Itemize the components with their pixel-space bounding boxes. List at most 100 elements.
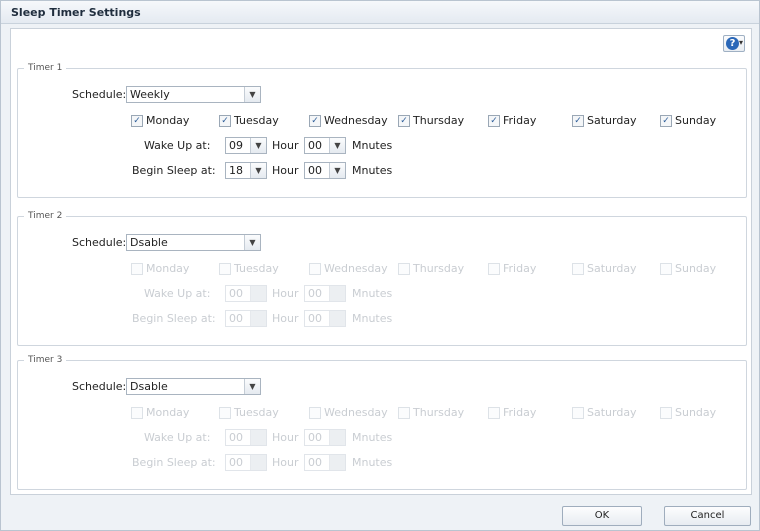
checkbox-tuesday[interactable] (219, 407, 231, 419)
begin-sleep-label: Begin Sleep at: (132, 164, 216, 177)
hour-value: 00 (229, 312, 243, 325)
schedule-label: Schedule: (72, 380, 127, 393)
begin-sleep-hour-select[interactable]: 00 ▼ (225, 454, 267, 471)
day-label-wednesday: Wednesday (324, 114, 388, 127)
begin-sleep-minute-select[interactable]: 00 ▼ (304, 454, 346, 471)
checkbox-saturday[interactable] (572, 407, 584, 419)
checkbox-saturday[interactable] (572, 263, 584, 275)
timer-legend: Timer 1 (28, 63, 63, 73)
chevron-down-icon: ▼ (250, 455, 266, 470)
chevron-down-icon: ▼ (329, 455, 345, 470)
begin-sleep-minute-unit: Mnutes (352, 164, 393, 177)
wake-up-hour-select[interactable]: 00 ▼ (225, 429, 267, 446)
help-button[interactable]: ? ▾ (723, 35, 745, 52)
checkbox-sunday[interactable]: ✓ (660, 115, 672, 127)
chevron-down-icon: ▼ (244, 235, 260, 250)
day-label-sunday: Sunday (675, 406, 717, 419)
checkbox-sunday[interactable] (660, 263, 672, 275)
checkbox-wednesday[interactable]: ✓ (309, 115, 321, 127)
schedule-select[interactable]: Dsable ▼ (126, 378, 261, 395)
day-label-monday: Monday (146, 406, 190, 419)
begin-sleep-minute-unit: Mnutes (352, 312, 393, 325)
chevron-down-icon: ▼ (244, 87, 260, 102)
ok-button[interactable]: OK (562, 506, 642, 526)
wake-up-minute-unit: Mnutes (352, 431, 393, 444)
minute-value: 00 (308, 139, 322, 152)
day-label-friday: Friday (503, 114, 537, 127)
begin-sleep-minute-select[interactable]: 00 ▼ (304, 162, 346, 179)
checkbox-monday[interactable]: ✓ (131, 115, 143, 127)
day-label-wednesday: Wednesday (324, 406, 388, 419)
schedule-select[interactable]: Dsable ▼ (126, 234, 261, 251)
sleep-timer-dialog: Sleep Timer Settings ? ▾ Timer 1 Schedule… (0, 0, 760, 531)
wake-up-minute-select[interactable]: 00 ▼ (304, 285, 346, 302)
checkbox-thursday[interactable] (398, 407, 410, 419)
checkbox-friday[interactable] (488, 263, 500, 275)
chevron-down-icon: ▼ (250, 138, 266, 153)
timer-legend: Timer 2 (28, 211, 63, 221)
begin-sleep-minute-select[interactable]: 00 ▼ (304, 310, 346, 327)
hour-value: 00 (229, 287, 243, 300)
minute-value: 00 (308, 287, 322, 300)
begin-sleep-hour-unit: Hour (272, 456, 299, 469)
schedule-value: Dsable (130, 380, 168, 393)
timer-3-group: Timer 3 Schedule: Dsable ▼ Monday Tuesday Wedn… (17, 355, 747, 490)
day-label-saturday: Saturday (587, 262, 637, 275)
checkbox-wednesday[interactable] (309, 263, 321, 275)
chevron-down-icon: ▾ (739, 38, 744, 47)
chevron-down-icon: ▼ (329, 286, 345, 301)
chevron-down-icon: ▼ (329, 430, 345, 445)
wake-up-hour-select[interactable]: 00 ▼ (225, 285, 267, 302)
dialog-title: Sleep Timer Settings (11, 6, 141, 19)
day-label-thursday: Thursday (413, 114, 465, 127)
checkbox-tuesday[interactable]: ✓ (219, 115, 231, 127)
day-label-friday: Friday (503, 406, 537, 419)
checkbox-thursday[interactable]: ✓ (398, 115, 410, 127)
checkbox-monday[interactable] (131, 263, 143, 275)
wake-up-hour-select[interactable]: 09 ▼ (225, 137, 267, 154)
begin-sleep-hour-select[interactable]: 18 ▼ (225, 162, 267, 179)
day-label-friday: Friday (503, 262, 537, 275)
checkbox-friday[interactable]: ✓ (488, 115, 500, 127)
hour-value: 18 (229, 164, 243, 177)
timer-1-group: Timer 1 Schedule: Weekly ▼ ✓ Monday ✓ Tuesday ✓ W… (17, 63, 747, 198)
checkbox-friday[interactable] (488, 407, 500, 419)
question-mark-icon: ? (726, 37, 739, 50)
chevron-down-icon: ▼ (250, 286, 266, 301)
begin-sleep-label: Begin Sleep at: (132, 312, 216, 325)
day-label-wednesday: Wednesday (324, 262, 388, 275)
timer-2-group: Timer 2 Schedule: Dsable ▼ Monday Tuesday Wedn… (17, 211, 747, 346)
checkbox-wednesday[interactable] (309, 407, 321, 419)
begin-sleep-hour-unit: Hour (272, 312, 299, 325)
schedule-select[interactable]: Weekly ▼ (126, 86, 261, 103)
day-label-tuesday: Tuesday (234, 262, 279, 275)
day-label-saturday: Saturday (587, 114, 637, 127)
cancel-button[interactable]: Cancel (664, 506, 751, 526)
checkbox-sunday[interactable] (660, 407, 672, 419)
chevron-down-icon: ▼ (329, 311, 345, 326)
checkbox-saturday[interactable]: ✓ (572, 115, 584, 127)
wake-up-label: Wake Up at: (144, 431, 211, 444)
wake-up-minute-select[interactable]: 00 ▼ (304, 137, 346, 154)
day-label-tuesday: Tuesday (234, 114, 279, 127)
begin-sleep-hour-select[interactable]: 00 ▼ (225, 310, 267, 327)
checkbox-tuesday[interactable] (219, 263, 231, 275)
wake-up-hour-unit: Hour (272, 287, 299, 300)
schedule-value: Weekly (130, 88, 170, 101)
day-label-sunday: Sunday (675, 262, 717, 275)
minute-value: 00 (308, 431, 322, 444)
begin-sleep-hour-unit: Hour (272, 164, 299, 177)
chevron-down-icon: ▼ (250, 311, 266, 326)
wake-up-minute-select[interactable]: 00 ▼ (304, 429, 346, 446)
dialog-titlebar: Sleep Timer Settings (1, 1, 759, 24)
begin-sleep-minute-unit: Mnutes (352, 456, 393, 469)
chevron-down-icon: ▼ (329, 138, 345, 153)
minute-value: 00 (308, 312, 322, 325)
checkbox-monday[interactable] (131, 407, 143, 419)
checkbox-thursday[interactable] (398, 263, 410, 275)
wake-up-minute-unit: Mnutes (352, 139, 393, 152)
day-label-saturday: Saturday (587, 406, 637, 419)
wake-up-hour-unit: Hour (272, 431, 299, 444)
day-label-monday: Monday (146, 262, 190, 275)
wake-up-label: Wake Up at: (144, 287, 211, 300)
